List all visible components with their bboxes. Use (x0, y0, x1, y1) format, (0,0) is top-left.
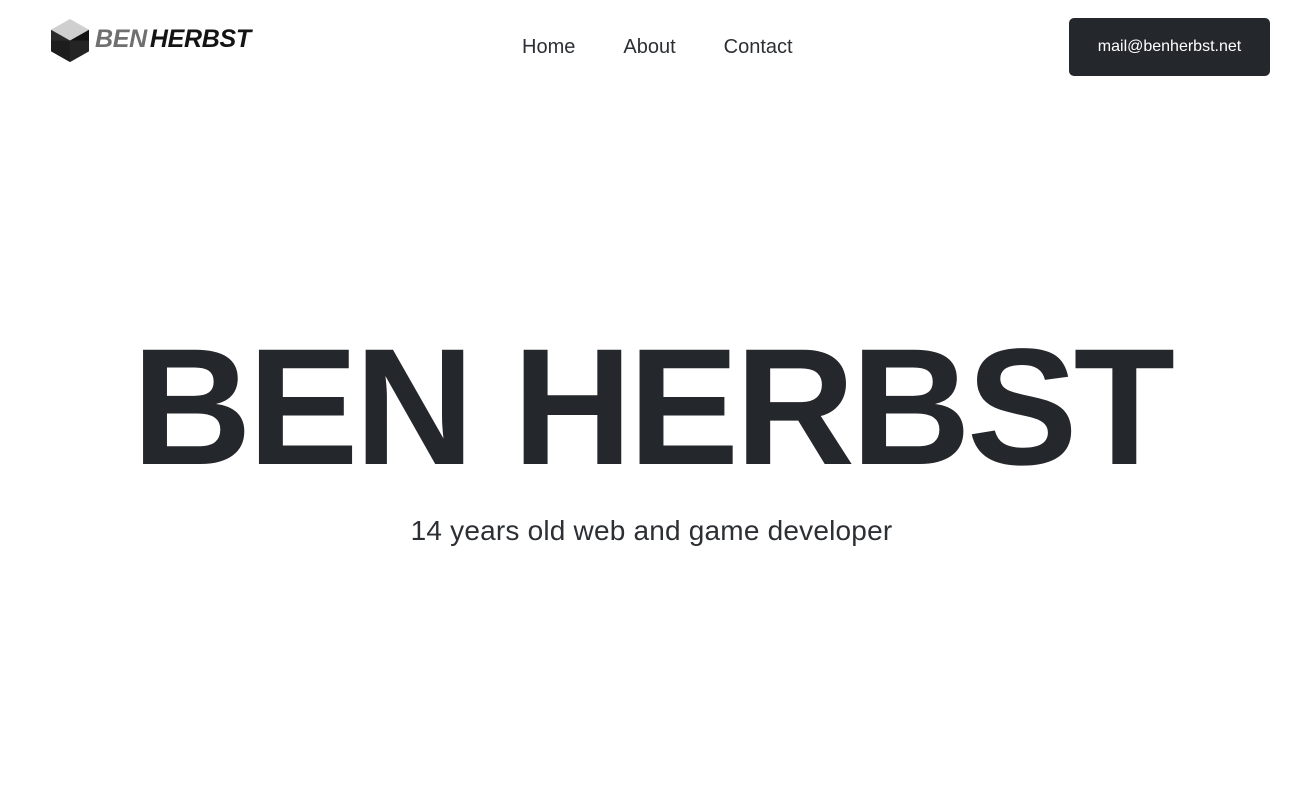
hero-title: BEN HERBST (131, 315, 1175, 500)
logo-text: BEN HERBST (95, 27, 251, 52)
hexagon-cube-logo-icon (51, 19, 89, 62)
logo-last-name: HERBST (149, 25, 251, 53)
logo-link[interactable]: BEN HERBST (51, 19, 251, 62)
page: BEN HERBST Home About Contact mail@benhe… (0, 0, 1303, 796)
nav-about-link[interactable]: About (623, 34, 675, 60)
hero-subtitle: 14 years old web and game developer (410, 515, 893, 546)
nav-home-link[interactable]: Home (522, 34, 575, 60)
main-nav: Home About Contact (522, 34, 793, 60)
nav-contact-link[interactable]: Contact (724, 34, 793, 60)
logo-first-name: BEN (95, 25, 147, 53)
email-contact-button[interactable]: mail@benherbst.net (1069, 18, 1270, 76)
